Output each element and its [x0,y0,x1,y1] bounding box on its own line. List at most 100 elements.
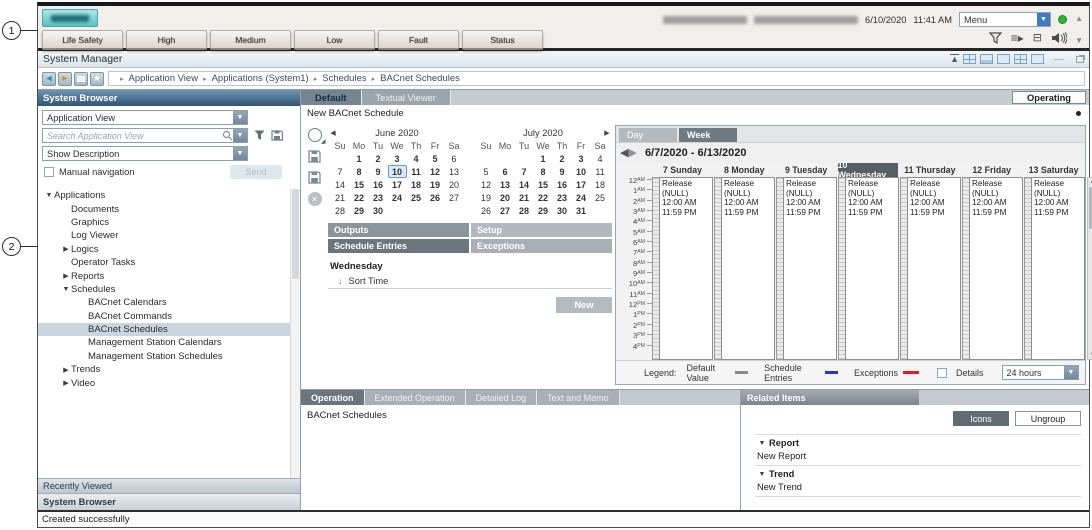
calendar-day-26[interactable]: 26 [477,204,496,217]
toolbar-button-low[interactable]: Low [294,30,375,50]
calendar-day-18[interactable]: 18 [591,178,610,191]
search-field[interactable]: ▼ [42,128,248,143]
chevron-down-icon[interactable]: ▼ [233,147,247,160]
calendar-day-7[interactable]: 7 [331,165,350,178]
breadcrumb-item-application-view[interactable]: Application View [129,73,199,84]
calendar-day-20[interactable]: 20 [496,191,515,204]
tree-expanded-icon[interactable]: ▼ [61,286,71,293]
calendar-day-9[interactable]: 9 [553,165,572,178]
calendar-day-2[interactable]: 2 [369,152,388,165]
week-column-body[interactable]: Release(NULL)12:00 AM11:59 PM [783,177,837,360]
calendar-day-9[interactable]: 9 [369,165,388,178]
calendar-day-11[interactable]: 11 [407,165,426,178]
calendar-day-24[interactable]: 24 [388,191,407,204]
related-item-new-report[interactable]: New Report [755,451,1081,461]
calendar-day-11[interactable]: 11 [591,165,610,178]
week-column-11-thursday[interactable]: Release(NULL)12:00 AM11:59 PM [900,177,961,360]
calendar-day-13[interactable]: 13 [445,165,464,178]
save-filter-icon[interactable] [271,130,283,141]
week-column-scrollbar[interactable] [714,177,721,360]
calendar-day-6[interactable]: 6 [445,152,464,165]
week-column-7-sunday[interactable]: Release(NULL)12:00 AM11:59 PM [652,177,713,360]
toolbar-button-medium[interactable]: Medium [210,30,291,50]
calendar-day-18[interactable]: 18 [407,178,426,191]
tree-item-bacnet-calendars[interactable]: BACnet Calendars [38,296,290,309]
calendar-day-3[interactable]: 3 [388,152,407,165]
system-browser-bottom-tab[interactable]: System Browser [38,493,300,510]
next-week-icon[interactable]: ▶ [628,148,636,159]
week-column-body[interactable]: Release(NULL)12:00 AM11:59 PM [969,177,1023,360]
tree-scrollbar-thumb[interactable] [292,189,299,279]
tree-item-video[interactable]: ▶Video [38,376,290,389]
tree-item-schedules[interactable]: ▼Schedules [38,283,290,296]
calendar-day-15[interactable]: 15 [534,178,553,191]
week-column-scrollbar[interactable] [652,177,659,360]
tab-outputs[interactable]: Outputs [328,223,469,237]
tree-item-management-station-schedules[interactable]: Management Station Schedules [38,350,290,363]
tab-day[interactable]: Day [619,128,677,142]
related-group-header[interactable]: ▼Trend [755,469,1081,479]
chevron-expanded-icon[interactable]: ▼ [755,471,769,478]
tree-item-bacnet-schedules[interactable]: BACnet Schedules [38,323,290,336]
week-column-10-wednesday[interactable]: Release(NULL)12:00 AM11:59 PM [838,177,899,360]
calendar-day-12[interactable]: 12 [477,178,496,191]
tree-scrollbar[interactable] [290,189,300,478]
tree-item-reports[interactable]: ▶Reports [38,269,290,282]
calendar-day-19[interactable]: 19 [426,178,445,191]
toolbar-button-life-safety[interactable]: Life Safety [42,30,123,50]
description-mode-dropdown[interactable]: Show Description ▼ [42,146,248,161]
restore-icon[interactable] [1076,56,1084,63]
details-checkbox[interactable] [937,368,947,378]
calendar-day-24[interactable]: 24 [572,191,591,204]
calendar-day-5[interactable]: 5 [477,165,496,178]
tab-operation[interactable]: Operation [301,390,365,405]
week-column-body[interactable]: Release(NULL)12:00 AM11:59 PM [721,177,775,360]
scroll-down-icon[interactable]: ▼ [1088,352,1092,358]
view-snapshot-button[interactable] [74,72,88,86]
manual-navigation-checkbox[interactable] [44,167,54,177]
breadcrumb-item-applications-system1[interactable]: Applications (System1) [212,73,309,84]
send-button[interactable]: Send [230,165,282,179]
calendar-day-5[interactable]: 5 [426,152,445,165]
calendar-day-31[interactable]: 31 [572,204,591,217]
collapse-up-icon[interactable]: ▲ [1075,14,1083,23]
week-scrollbar[interactable]: ▲ ▼ [1087,177,1092,360]
tree-expanded-icon[interactable]: ▼ [44,192,54,199]
tab-week[interactable]: Week [679,128,737,142]
back-button[interactable]: ◄ [42,72,56,86]
calendar-day-20[interactable]: 20 [445,178,464,191]
scroll-up-icon[interactable]: ▲ [1088,179,1092,185]
calendar-day-6[interactable]: 6 [496,165,515,178]
menu-dropdown[interactable]: Menu ▼ [959,12,1051,27]
tab-schedule-entries[interactable]: Schedule Entries [328,239,469,253]
discard-icon[interactable]: ✕ [308,192,322,206]
minimize-icon[interactable]: — [1054,54,1064,65]
calendar-prev-icon[interactable]: ◀ [328,129,338,137]
related-item-new-trend[interactable]: New Trend [755,482,1081,492]
week-day-header-10-wednesday[interactable]: 10 Wednesday [838,163,899,177]
sort-time-row[interactable]: ↓ Sort Time [328,274,612,289]
calendar-day-15[interactable]: 15 [350,178,369,191]
calendar-day-19[interactable]: 19 [477,191,496,204]
week-day-header-7-sunday[interactable]: 7 Sunday [652,163,713,177]
toolbar-button-status[interactable]: Status [462,30,543,50]
calendar-day-22[interactable]: 22 [350,191,369,204]
week-day-header-8-monday[interactable]: 8 Monday [714,163,775,177]
save-as-icon[interactable] [308,171,321,184]
menu-dropdown-icon[interactable]: ▼ [1037,13,1050,26]
calendar-day-8[interactable]: 8 [534,165,553,178]
week-column-body[interactable]: Release(NULL)12:00 AM11:59 PM [845,177,899,360]
related-group-header[interactable]: ▼Report [755,438,1081,448]
breadcrumb[interactable]: ▸Application View▸Applications (System1)… [108,71,1085,86]
calendar-day-1[interactable]: 1 [350,152,369,165]
calendar-day-29[interactable]: 29 [350,204,369,217]
calendar-day-2[interactable]: 2 [553,152,572,165]
calendar-day-25[interactable]: 25 [407,191,426,204]
tree-item-graphics[interactable]: Graphics [38,216,290,229]
new-entry-button[interactable]: New [556,297,612,313]
layout-split-bottom-icon[interactable] [980,54,993,64]
calendar-day-23[interactable]: 23 [553,191,572,204]
event-list-icon[interactable]: ≡▸ [1011,32,1024,44]
tree-item-logics[interactable]: ▶Logics [38,243,290,256]
week-day-header-11-thursday[interactable]: 11 Thursday [899,163,960,177]
